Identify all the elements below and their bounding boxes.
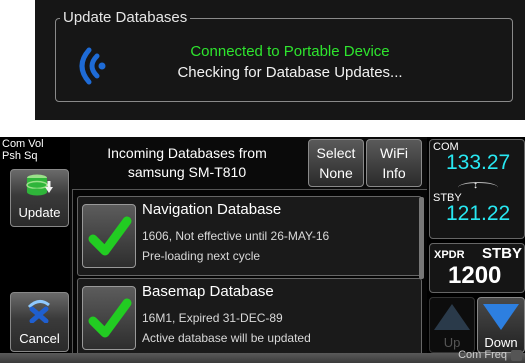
psh-sq-label: Psh Sq [2, 150, 38, 162]
up-button[interactable]: Up [429, 297, 475, 353]
up-button-label: Up [443, 335, 461, 350]
swap-arc [458, 182, 498, 193]
cancel-button[interactable]: Cancel [10, 292, 69, 352]
down-button[interactable]: Down [477, 297, 525, 353]
wifi-info-label-1: WiFi [380, 145, 408, 161]
bottom-bar: Com Freq [0, 349, 525, 363]
database-panel: Com Vol Psh Sq Update Cancel Incoming Da… [0, 137, 525, 363]
com-volume-knob-label[interactable]: Com Vol Psh Sq [2, 138, 68, 162]
knob-arrow-icon [511, 350, 522, 361]
database-version-info: 1606, Not effective until 26-MAY-16 [142, 229, 330, 243]
wireless-signal-icon [79, 47, 106, 85]
checkmark-icon [88, 298, 132, 338]
checking-updates-text: Checking for Database Updates... [177, 64, 403, 81]
incoming-databases-header: Incoming Databases from samsung SM-T810 [72, 139, 302, 188]
checkmark-icon [88, 216, 132, 256]
navigation-database-checkbox[interactable] [82, 204, 136, 268]
cancel-button-label: Cancel [19, 331, 60, 346]
com-standby-frequency: 121.22 [446, 202, 511, 225]
database-version-info: 16M1, Expired 31-DEC-89 [142, 311, 283, 325]
swap-arrows-icon: ↕ [473, 180, 478, 191]
xpdr-mode: STBY [482, 245, 523, 262]
list-item-basemap-database[interactable]: Basemap Database 16M1, Expired 31-DEC-89… [77, 278, 422, 358]
xpdr-label: XPDR [434, 249, 465, 261]
select-none-label-1: Select [316, 145, 356, 161]
down-button-label: Down [484, 335, 518, 350]
status-frame [55, 18, 513, 102]
com-active-frequency: 133.27 [446, 151, 511, 174]
com-vol-label: Com Vol [2, 138, 44, 150]
status-title: Update Databases [60, 9, 191, 27]
radio-column: COM 133.27 ↕ STBY 121.22 XPDR STBY 1200 … [427, 137, 525, 363]
basemap-database-checkbox[interactable] [82, 286, 136, 350]
down-arrow-icon [483, 304, 519, 330]
update-status-screen: Update Databases Connected to Portable D… [35, 0, 525, 120]
up-arrow-icon [434, 304, 470, 330]
update-button[interactable]: Update [10, 169, 69, 227]
database-name: Basemap Database [142, 283, 274, 300]
com-frequency-box[interactable]: COM 133.27 ↕ STBY 121.22 [429, 139, 525, 239]
com-freq-knob-label: Com Freq [458, 349, 507, 361]
database-status-info: Active database will be updated [142, 331, 311, 345]
list-item-navigation-database[interactable]: Navigation Database 1606, Not effective … [77, 196, 422, 276]
header-line-2: samsung SM-T810 [127, 164, 247, 180]
left-button-column: Com Vol Psh Sq Update Cancel [0, 137, 70, 363]
update-button-label: Update [18, 205, 61, 220]
header-line-1: Incoming Databases from [107, 145, 267, 161]
database-download-icon [26, 174, 53, 196]
wifi-info-button[interactable]: WiFi Info [366, 139, 422, 187]
transponder-box[interactable]: XPDR STBY 1200 [429, 243, 525, 293]
database-name: Navigation Database [142, 201, 282, 218]
connection-status-text: Connected to Portable Device [190, 43, 390, 60]
database-status-info: Pre-loading next cycle [142, 249, 261, 263]
wifi-info-label-2: Info [382, 165, 406, 181]
list-scrollbar[interactable] [419, 197, 424, 279]
squawk-code: 1200 [448, 262, 502, 289]
database-list[interactable]: Navigation Database 1606, Not effective … [72, 189, 429, 361]
cancel-x-icon [27, 300, 50, 323]
select-none-button[interactable]: Select None [308, 139, 364, 187]
select-none-label-2: None [319, 165, 353, 181]
